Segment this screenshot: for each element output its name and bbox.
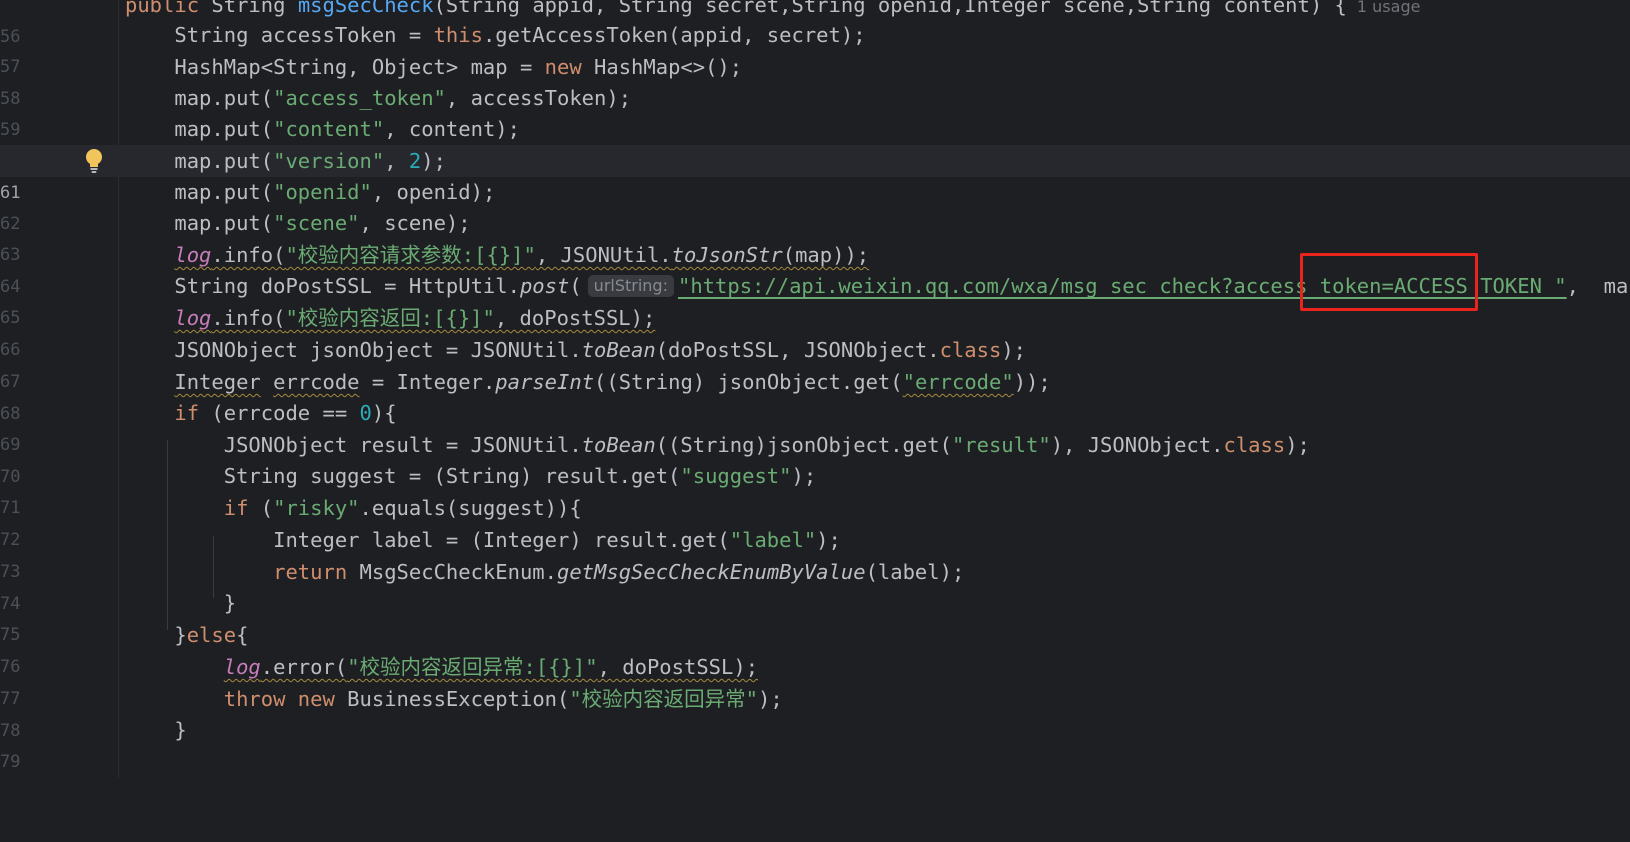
code-line[interactable]: 67 JSONObject jsonObject = JSONUtil.toBe… — [0, 334, 1630, 366]
code-line[interactable]: 62 map.put("openid", openid); — [0, 176, 1630, 208]
code-text[interactable]: map.put("version", 2); — [125, 145, 446, 177]
code-text[interactable]: map.put("scene", scene); — [125, 207, 471, 239]
code-line[interactable]: 68 Integer errcode = Integer.parseInt((S… — [0, 366, 1630, 398]
code-line[interactable]: 63 map.put("scene", scene); — [0, 207, 1630, 239]
code-line[interactable]: 56 public String msgSecCheck(String appi… — [0, 0, 1630, 21]
code-text[interactable]: map.put("openid", openid); — [125, 176, 495, 208]
code-text[interactable]: log.error("校验内容返回异常:[{}]", doPostSSL); — [125, 651, 758, 683]
code-line[interactable]: 78 throw new BusinessException("校验内容返回异常… — [0, 683, 1630, 715]
code-text[interactable]: } — [125, 714, 187, 746]
code-line[interactable]: 77 log.error("校验内容返回异常:[{}]", doPostSSL)… — [0, 651, 1630, 683]
lightbulb-icon[interactable] — [84, 148, 104, 174]
code-line[interactable]: 71 String suggest = (String) result.get(… — [0, 460, 1630, 492]
code-line[interactable]: 59 map.put("access_token", accessToken); — [0, 82, 1630, 114]
code-line[interactable]: 72 if ("risky".equals(suggest)){ — [0, 492, 1630, 524]
annotation-highlight-box — [1300, 253, 1478, 311]
code-line[interactable]: 79 } — [0, 714, 1630, 746]
code-line[interactable]: 60 map.put("content", content); — [0, 113, 1630, 145]
code-editor[interactable]: 56 public String msgSecCheck(String appi… — [0, 0, 1630, 778]
code-line[interactable]: 74 return MsgSecCheckEnum.getMsgSecCheck… — [0, 556, 1630, 588]
code-line[interactable]: 76 }else{ — [0, 619, 1630, 651]
code-text[interactable]: throw new BusinessException("校验内容返回异常"); — [125, 683, 783, 715]
code-text[interactable]: JSONObject jsonObject = JSONUtil.toBean(… — [125, 334, 1026, 366]
code-text[interactable]: HashMap<String, Object> map = new HashMa… — [125, 51, 742, 83]
code-text[interactable]: map.put("content", content); — [125, 113, 520, 145]
code-text[interactable]: log.info("校验内容返回:[{}]", doPostSSL); — [125, 302, 655, 334]
line-number: 79 — [0, 746, 14, 778]
code-line-current[interactable]: 61 map.put("version", 2); — [0, 145, 1630, 177]
code-text[interactable]: String accessToken = this.getAccessToken… — [125, 19, 866, 51]
code-text[interactable]: }else{ — [125, 619, 248, 651]
code-text[interactable]: return MsgSecCheckEnum.getMsgSecCheckEnu… — [125, 556, 964, 588]
code-text[interactable]: map.put("access_token", accessToken); — [125, 82, 631, 114]
code-text[interactable]: } — [125, 587, 236, 619]
code-line[interactable]: 57 String accessToken = this.getAccessTo… — [0, 19, 1630, 51]
code-text[interactable]: if (errcode == 0){ — [125, 397, 397, 429]
code-line[interactable]: 73 Integer label = (Integer) result.get(… — [0, 524, 1630, 556]
code-text[interactable]: String suggest = (String) result.get("su… — [125, 460, 816, 492]
code-line[interactable]: 69 if (errcode == 0){ — [0, 397, 1630, 429]
code-text[interactable]: Integer label = (Integer) result.get("la… — [125, 524, 841, 556]
code-line[interactable]: 58 HashMap<String, Object> map = new Has… — [0, 51, 1630, 83]
code-text[interactable]: JSONObject result = JSONUtil.toBean((Str… — [125, 429, 1310, 461]
usage-hint[interactable]: 1 usage — [1357, 0, 1421, 16]
code-line[interactable]: 70 JSONObject result = JSONUtil.toBean((… — [0, 429, 1630, 461]
code-text[interactable]: if ("risky".equals(suggest)){ — [125, 492, 582, 524]
parameter-hint: urlString: — [588, 275, 674, 297]
code-line[interactable]: 75 } — [0, 587, 1630, 619]
code-text[interactable]: log.info("校验内容请求参数:[{}]", JSONUtil.toJso… — [125, 239, 869, 271]
code-text[interactable]: Integer errcode = Integer.parseInt((Stri… — [125, 366, 1051, 398]
